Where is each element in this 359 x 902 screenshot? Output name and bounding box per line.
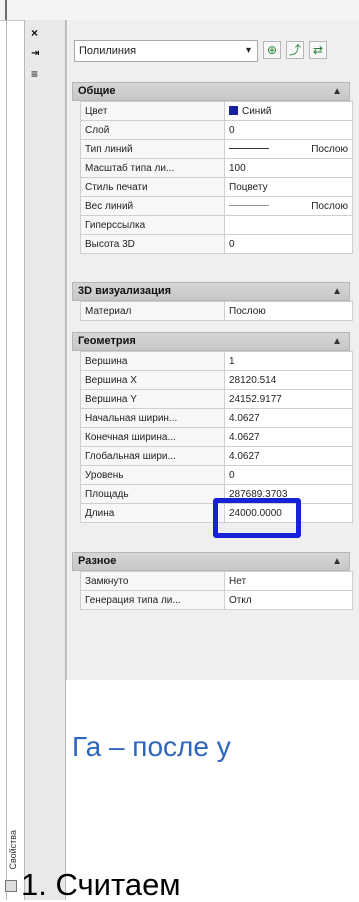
property-label: Глобальная шири... xyxy=(80,446,225,466)
color-value: Синий xyxy=(242,105,272,117)
select-objects-button[interactable]: ⤴ xyxy=(286,41,304,59)
table-row[interactable]: Вершина Y 24152.9177 xyxy=(80,389,353,409)
general-properties: Цвет Синий Слой 0 Тип линий Послою Масштаб … xyxy=(80,101,353,254)
property-value[interactable] xyxy=(224,215,353,235)
collapse-icon[interactable]: ▲ xyxy=(332,333,342,350)
property-label: Стиль печати xyxy=(80,177,225,197)
misc-properties: Замкнуто Нет Генерация типа ли... Откл xyxy=(80,571,353,610)
property-label: Вес линий xyxy=(80,196,225,216)
property-label: Слой xyxy=(80,120,225,140)
property-label: Начальная ширин... xyxy=(80,408,225,428)
visualization-properties: Материал Послою xyxy=(80,301,353,321)
table-row[interactable]: Слой 0 xyxy=(80,120,353,140)
table-row[interactable]: Конечная ширина... 4.0627 xyxy=(80,427,353,447)
table-row[interactable]: Генерация типа ли... Откл xyxy=(80,590,353,610)
property-label: Гиперссылка xyxy=(80,215,225,235)
property-label: Цвет xyxy=(80,101,225,121)
property-label: Вершина xyxy=(80,351,225,371)
table-row[interactable]: Глобальная шири... 4.0627 xyxy=(80,446,353,466)
collapse-icon[interactable]: ▲ xyxy=(332,553,342,570)
quick-select-button[interactable]: ⇄ xyxy=(309,41,327,59)
property-value[interactable]: 1 xyxy=(224,351,353,371)
property-value[interactable]: Нет xyxy=(224,571,353,591)
top-bar xyxy=(0,0,359,21)
property-label: Вершина Y xyxy=(80,389,225,409)
property-value[interactable]: Поцвету xyxy=(224,177,353,197)
property-label: Тип линий xyxy=(80,139,225,159)
property-value[interactable]: 24152.9177 xyxy=(224,389,353,409)
table-row[interactable]: Вершина 1 xyxy=(80,351,353,371)
area-highlight xyxy=(213,498,301,538)
palette-sidebar xyxy=(24,20,66,900)
table-row[interactable]: Начальная ширин... 4.0627 xyxy=(80,408,353,428)
blue-swatch xyxy=(229,105,238,115)
pin-icon[interactable]: ⇥ xyxy=(31,48,39,60)
property-value[interactable]: Послою xyxy=(224,196,353,216)
table-row[interactable]: Цвет Синий xyxy=(80,101,353,121)
property-label: Материал xyxy=(80,301,225,321)
lineweight-preview xyxy=(229,204,269,206)
property-value[interactable]: Послою xyxy=(224,301,353,321)
table-row[interactable]: Замкнуто Нет xyxy=(80,571,353,591)
property-value[interactable]: Откл xyxy=(224,590,353,610)
palette-title: Свойства xyxy=(8,830,18,870)
linetype-preview xyxy=(229,147,269,149)
linetype-value: Послою xyxy=(311,143,348,155)
property-label: Высота 3D xyxy=(80,234,225,254)
table-row[interactable]: Уровень 0 xyxy=(80,465,353,485)
property-label: Вершина X xyxy=(80,370,225,390)
property-label: Уровень xyxy=(80,465,225,485)
table-row[interactable]: Масштаб типа ли... 100 xyxy=(80,158,353,178)
property-label: Площадь xyxy=(80,484,225,504)
section-title: Разное xyxy=(78,555,117,567)
property-value[interactable]: 4.0627 xyxy=(224,446,353,466)
section-geometry[interactable]: Геометрия ▲ xyxy=(72,332,350,351)
menu-icon[interactable]: ≡ xyxy=(31,68,38,80)
collapse-icon[interactable]: ▲ xyxy=(332,83,342,100)
top-bar-divider xyxy=(5,0,7,20)
property-value[interactable]: 4.0627 xyxy=(224,427,353,447)
outer-divider xyxy=(6,20,7,900)
panel-icon xyxy=(5,880,17,892)
property-value[interactable]: 0 xyxy=(224,465,353,485)
table-row[interactable]: Гиперссылка xyxy=(80,215,353,235)
toggle-pickadd-button[interactable]: ⊕ xyxy=(263,41,281,59)
select-value: Полилиния xyxy=(79,45,137,57)
property-value[interactable]: 28120.514 xyxy=(224,370,353,390)
section-title: Геометрия xyxy=(78,335,136,347)
table-row[interactable]: Вес линий Послою xyxy=(80,196,353,216)
property-value[interactable]: 100 xyxy=(224,158,353,178)
table-row[interactable]: Стиль печати Поцвету xyxy=(80,177,353,197)
lineweight-value: Послою xyxy=(311,200,348,212)
section-title: 3D визуализация xyxy=(78,285,172,297)
property-label: Генерация типа ли... xyxy=(80,590,225,610)
table-row[interactable]: Высота 3D 0 xyxy=(80,234,353,254)
property-value[interactable]: 0 xyxy=(224,120,353,140)
caption-text: Га – после у xyxy=(72,731,231,762)
collapse-icon[interactable]: ▲ xyxy=(332,283,342,300)
section-general[interactable]: Общие ▲ xyxy=(72,82,350,101)
section-misc[interactable]: Разное ▲ xyxy=(72,552,350,571)
property-value[interactable]: 0 xyxy=(224,234,353,254)
property-label: Замкнуто xyxy=(80,571,225,591)
property-value[interactable]: Послою xyxy=(224,139,353,159)
section-3d-visualization[interactable]: 3D визуализация ▲ xyxy=(72,282,350,301)
table-row[interactable]: Тип линий Послою xyxy=(80,139,353,159)
property-value[interactable]: 4.0627 xyxy=(224,408,353,428)
close-icon[interactable]: × xyxy=(31,27,38,39)
property-value[interactable]: Синий xyxy=(224,101,353,121)
step-text: 1. Считаем xyxy=(21,867,181,902)
property-label: Конечная ширина... xyxy=(80,427,225,447)
chevron-down-icon: ▾ xyxy=(245,45,251,56)
property-label: Масштаб типа ли... xyxy=(80,158,225,178)
table-row[interactable]: Материал Послою xyxy=(80,301,353,321)
section-title: Общие xyxy=(78,85,116,97)
property-label: Длина xyxy=(80,503,225,523)
table-row[interactable]: Вершина X 28120.514 xyxy=(80,370,353,390)
object-type-select[interactable]: Полилиния ▾ xyxy=(74,40,258,62)
